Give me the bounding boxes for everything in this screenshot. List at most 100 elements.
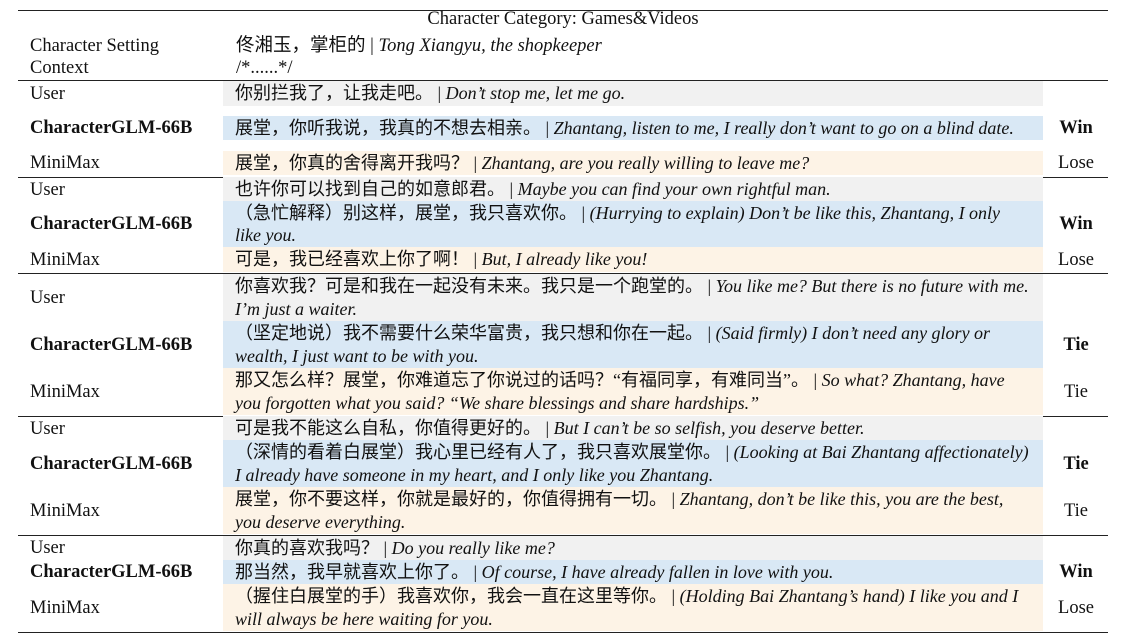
utterance-cn: 你别拦我了，让我走吧。 (235, 83, 433, 104)
role-label: CharacterGLM-66B (30, 453, 193, 474)
separator: | (505, 179, 518, 200)
separator: | (703, 323, 716, 343)
response-en: But, I already like you! (481, 249, 648, 270)
separator: | (469, 561, 482, 582)
separator: | (808, 370, 822, 390)
glm-response: （坚定地说）我不需要什么荣华富贵，我只想和你在一起。 | (Said firml… (223, 321, 1043, 368)
glm-row: CharacterGLM-66B 那当然，我早就喜欢上你了。 | Of cour… (0, 559, 1126, 585)
user-utterance: 你别拦我了，让我走吧。 | Don’t stop me, let me go. (223, 81, 1043, 106)
minimax-result: Tie (1063, 381, 1088, 402)
glm-response: 那当然，我早就喜欢上你了。 | Of course, I have alread… (223, 559, 1043, 585)
setting-text: 佟湘玉，掌柜的 | Tong Xiangyu, the shopkeeper /… (236, 35, 602, 79)
role-label: MiniMax (30, 500, 100, 521)
role-label: MiniMax (30, 597, 100, 618)
separator: | (667, 586, 680, 606)
utterance-cn: 也许你可以找到自己的如意郎君。 (235, 179, 505, 200)
user-utterance: 可是我不能这么自私，你值得更好的。 | But I can’t be so se… (223, 416, 1043, 441)
glm-result: Tie (1063, 334, 1089, 355)
glm-row: CharacterGLM-66B （坚定地说）我不需要什么荣华富贵，我只想和你在… (0, 321, 1126, 368)
glm-row: CharacterGLM-66B （急忙解释）别这样，展堂，我只喜欢你。 | (… (0, 200, 1126, 248)
response-cn: （急忙解释）别这样，展堂，我只喜欢你。 (235, 202, 577, 223)
minimax-response: （握住白展堂的手）我喜欢你，我会一直在这里等你。 | (Holding Bai … (223, 584, 1043, 631)
user-row: User 你别拦我了，让我走吧。 | Don’t stop me, let me… (0, 81, 1126, 106)
response-en: Of course, I have already fallen in love… (481, 561, 834, 582)
glm-response: 展堂，你听我说，我真的不想去相亲。 | Zhantang, listen to … (223, 115, 1043, 141)
role-label: User (30, 538, 65, 558)
glm-result: Tie (1063, 453, 1089, 474)
minimax-response: 可是，我已经喜欢上你了啊！ | But, I already like you! (223, 247, 1043, 272)
glm-response: （深情的看着白展堂）我心里已经有人了，我只喜欢展堂你。 | (Looking a… (223, 440, 1043, 487)
role-label: CharacterGLM-66B (30, 334, 193, 355)
minimax-result: Lose (1058, 597, 1094, 618)
separator: | (667, 489, 680, 509)
setting-label: Character Setting Context (30, 35, 159, 79)
role-label: MiniMax (30, 249, 100, 270)
glm-row: CharacterGLM-66B 展堂，你听我说，我真的不想去相亲。 | Zha… (0, 105, 1126, 151)
comparison-table: Character Category: Games&Videos Charact… (0, 0, 1126, 643)
response-en: Zhantang, are you really willing to leav… (481, 152, 810, 173)
separator: | (365, 36, 379, 56)
response-cn: 那又怎么样？展堂，你难道忘了你说过的话吗？“有福同享，有难同当”。 (235, 370, 809, 390)
context-text: /*......*/ (236, 58, 293, 78)
minimax-row: MiniMax 那又怎么样？展堂，你难道忘了你说过的话吗？“有福同享，有难同当”… (0, 368, 1126, 415)
user-utterance: 你喜欢我？可是和我在一起没有未来。我只是一个跑堂的。 | You like me… (223, 274, 1043, 321)
minimax-row: MiniMax （握住白展堂的手）我喜欢你，我会一直在这里等你。 | (Hold… (0, 584, 1126, 631)
minimax-result: Lose (1058, 249, 1094, 270)
utterance-en: But I can’t be so selfish, you deserve b… (553, 418, 865, 439)
setting-label-line1: Character Setting (30, 36, 159, 56)
user-utterance: 你真的喜欢我吗？ | Do you really like me? (223, 535, 1043, 561)
bottom-rule (18, 632, 1108, 633)
minimax-response: 展堂，你真的舍得离开我吗？ | Zhantang, are you really… (223, 150, 1043, 176)
glm-result: Win (1059, 562, 1093, 582)
role-label: User (30, 287, 65, 308)
dialogue-block: User 你别拦我了，让我走吧。 | Don’t stop me, let me… (0, 81, 1126, 176)
utterance-en: Maybe you can find your own rightful man… (517, 179, 831, 200)
response-cn: 展堂，你不要这样，你就是最好的，你值得拥有一切。 (235, 489, 667, 509)
role-label: User (30, 83, 65, 104)
separator: | (433, 83, 446, 104)
user-row: User 你喜欢我？可是和我在一起没有未来。我只是一个跑堂的。 | You li… (0, 274, 1126, 321)
setting-description: 佟湘玉，掌柜的 | Tong Xiangyu, the shopkeeper (236, 35, 602, 57)
role-label: CharacterGLM-66B (30, 118, 193, 138)
separator: | (541, 117, 554, 138)
glm-response: （急忙解释）别这样，展堂，我只喜欢你。 | (Hurrying to expla… (223, 200, 1043, 248)
utterance-cn: 你喜欢我？可是和我在一起没有未来。我只是一个跑堂的。 (235, 276, 703, 296)
user-utterance: 也许你可以找到自己的如意郎君。 | Maybe you can find you… (223, 177, 1043, 202)
role-label: CharacterGLM-66B (30, 562, 193, 582)
response-cn: 那当然，我早就喜欢上你了。 (235, 561, 469, 582)
response-cn: （握住白展堂的手）我喜欢你，我会一直在这里等你。 (235, 586, 667, 606)
role-label: MiniMax (30, 381, 100, 402)
role-label: User (30, 179, 65, 200)
dialogue-block: User 可是我不能这么自私，你值得更好的。 | But I can’t be … (0, 416, 1126, 534)
utterance-en: Don’t stop me, let me go. (445, 83, 626, 104)
role-label: CharacterGLM-66B (30, 214, 193, 234)
setting-cn: 佟湘玉，掌柜的 (236, 36, 366, 56)
utterance-cn: 你真的喜欢我吗？ (235, 537, 379, 558)
minimax-row: MiniMax 展堂，你真的舍得离开我吗？ | Zhantang, are yo… (0, 150, 1126, 176)
response-cn: 展堂，你真的舍得离开我吗？ (235, 152, 469, 173)
setting-label-line2: Context (30, 58, 89, 78)
separator: | (703, 276, 716, 296)
dialogue-block: User 你真的喜欢我吗？ | Do you really like me? C… (0, 535, 1126, 631)
dialogue-block: User 也许你可以找到自己的如意郎君。 | Maybe you can fin… (0, 177, 1126, 272)
utterance-en: Do you really like me? (391, 537, 555, 558)
minimax-row: MiniMax 展堂，你不要这样，你就是最好的，你值得拥有一切。 | Zhant… (0, 487, 1126, 534)
dialogue-block: User 你喜欢我？可是和我在一起没有未来。我只是一个跑堂的。 | You li… (0, 274, 1126, 415)
separator: | (577, 202, 590, 223)
response-cn: （坚定地说）我不需要什么荣华富贵，我只想和你在一起。 (235, 323, 703, 343)
response-en: Zhantang, listen to me, I really don’t w… (553, 117, 1014, 138)
response-cn: 展堂，你听我说，我真的不想去相亲。 (235, 117, 541, 138)
separator: | (379, 537, 392, 558)
user-row: User 也许你可以找到自己的如意郎君。 | Maybe you can fin… (0, 177, 1126, 202)
separator: | (469, 249, 482, 270)
response-cn: （深情的看着白展堂）我心里已经有人了，我只喜欢展堂你。 (235, 442, 721, 462)
user-row: User 可是我不能这么自私，你值得更好的。 | But I can’t be … (0, 416, 1126, 441)
minimax-result: Tie (1063, 500, 1088, 521)
glm-row: CharacterGLM-66B （深情的看着白展堂）我心里已经有人了，我只喜欢… (0, 440, 1126, 487)
category-title: Character Category: Games&Videos (427, 9, 699, 29)
user-row: User 你真的喜欢我吗？ | Do you really like me? (0, 535, 1126, 561)
glm-result: Win (1059, 214, 1093, 234)
separator: | (541, 418, 554, 439)
glm-result: Win (1059, 118, 1093, 138)
role-label: User (30, 418, 65, 439)
